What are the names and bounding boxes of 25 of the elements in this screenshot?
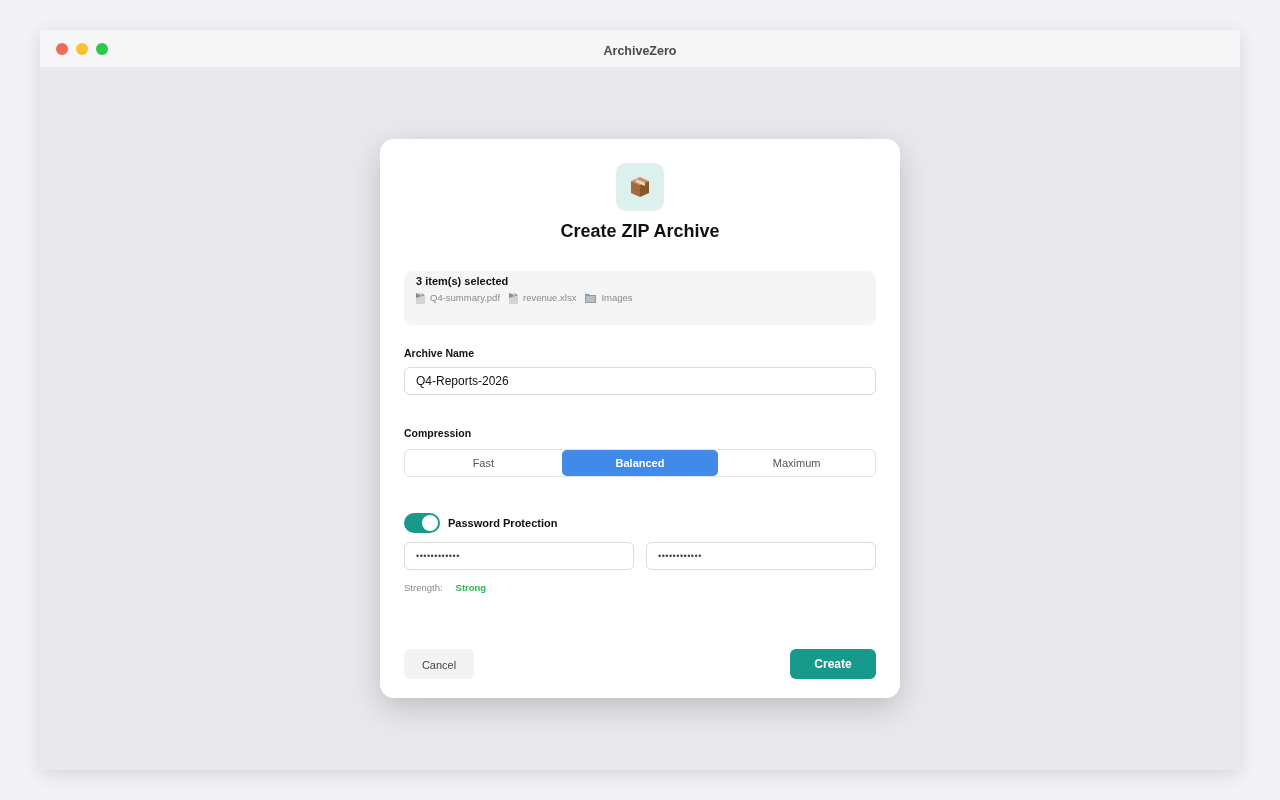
cancel-button[interactable]: Cancel [404, 649, 474, 679]
password-field[interactable]: •••••••••••• [404, 542, 634, 570]
zoom-icon[interactable] [96, 43, 108, 55]
minimize-icon[interactable] [76, 43, 88, 55]
password-field[interactable]: •••••••••••• [646, 542, 876, 570]
close-icon[interactable] [56, 43, 68, 55]
selection-summary: 3 item(s) selected [416, 275, 509, 288]
file-icon [416, 292, 425, 304]
file-name: Images [601, 292, 633, 304]
dialog-title: Create ZIP Archive [560, 220, 720, 242]
file-icon [509, 292, 519, 304]
compression-option[interactable]: Maximum [718, 450, 875, 476]
toggle-label: Password Protection [448, 517, 558, 529]
archive-name-field[interactable]: Q4-Reports-2026 [404, 367, 876, 395]
window-title: ArchiveZero [603, 44, 677, 58]
strength-label: Strength: [404, 582, 443, 593]
strength-value: Strong [455, 582, 487, 593]
file-name: Q4-summary.pdf [430, 292, 501, 304]
package-icon [616, 163, 664, 211]
field-label: Compression [404, 427, 472, 440]
field-label: Archive Name [404, 347, 475, 360]
compression-option[interactable]: Fast [405, 450, 562, 476]
toggle-switch[interactable] [404, 513, 440, 533]
file-name: revenue.xlsx [523, 292, 577, 304]
folder-icon [585, 293, 597, 303]
